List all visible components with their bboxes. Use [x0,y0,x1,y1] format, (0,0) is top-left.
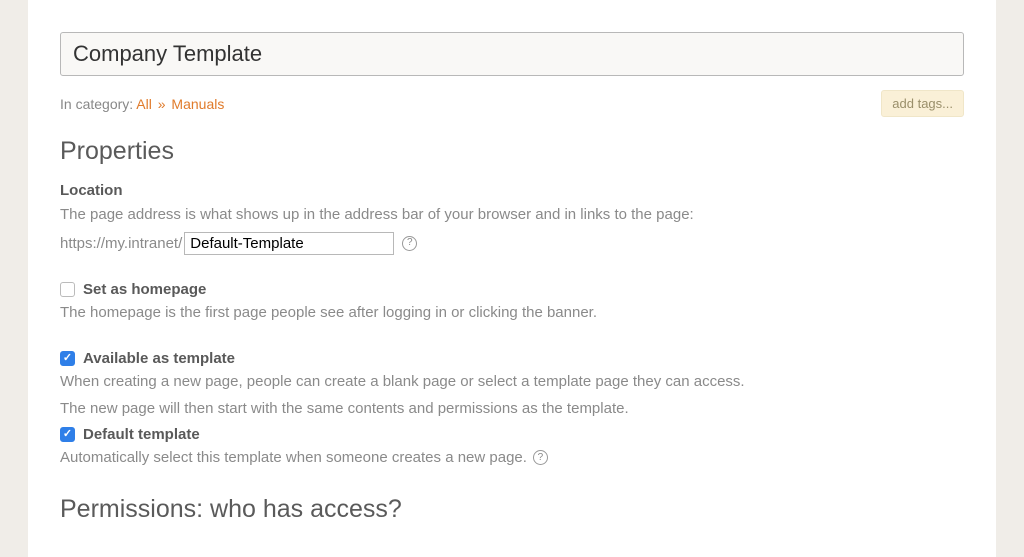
help-icon[interactable]: ? [533,450,548,465]
template-desc-1: When creating a new page, people can cre… [60,371,964,393]
category-label-wrap: In category: All » Manuals [60,96,224,112]
default-template-checkbox[interactable]: ✓ [60,427,75,442]
help-icon[interactable]: ? [402,236,417,251]
homepage-desc: The homepage is the first page people se… [60,302,964,324]
url-prefix: https://my.intranet/ [60,235,182,252]
homepage-checkbox-row: Set as homepage [60,281,964,298]
default-template-checkbox-row: ✓ Default template [60,426,964,443]
template-block: ✓ Available as template When creating a … [60,350,964,469]
category-manuals-link[interactable]: Manuals [171,96,224,112]
category-all-link[interactable]: All [136,96,152,112]
category-label: In category: [60,96,133,112]
default-template-desc: Automatically select this template when … [60,447,527,469]
location-block: Location The page address is what shows … [60,182,964,255]
homepage-checkbox[interactable] [60,282,75,297]
template-desc-2: The new page will then start with the sa… [60,398,964,420]
category-row: In category: All » Manuals add tags... [60,90,964,117]
location-desc: The page address is what shows up in the… [60,204,964,226]
default-template-desc-row: Automatically select this template when … [60,447,964,469]
page-title-input[interactable] [60,32,964,76]
homepage-checkbox-label: Set as homepage [83,281,206,298]
properties-heading: Properties [60,137,964,166]
url-row: https://my.intranet/ ? [60,232,964,255]
template-checkbox[interactable]: ✓ [60,351,75,366]
permissions-heading: Permissions: who has access? [60,495,964,524]
template-checkbox-row: ✓ Available as template [60,350,964,367]
default-template-checkbox-label: Default template [83,426,200,443]
slug-input[interactable] [184,232,394,255]
template-checkbox-label: Available as template [83,350,235,367]
page-card: In category: All » Manuals add tags... P… [28,0,996,557]
homepage-block: Set as homepage The homepage is the firs… [60,281,964,324]
location-label: Location [60,182,964,199]
breadcrumb-sep: » [158,96,166,112]
add-tags-button[interactable]: add tags... [881,90,964,117]
